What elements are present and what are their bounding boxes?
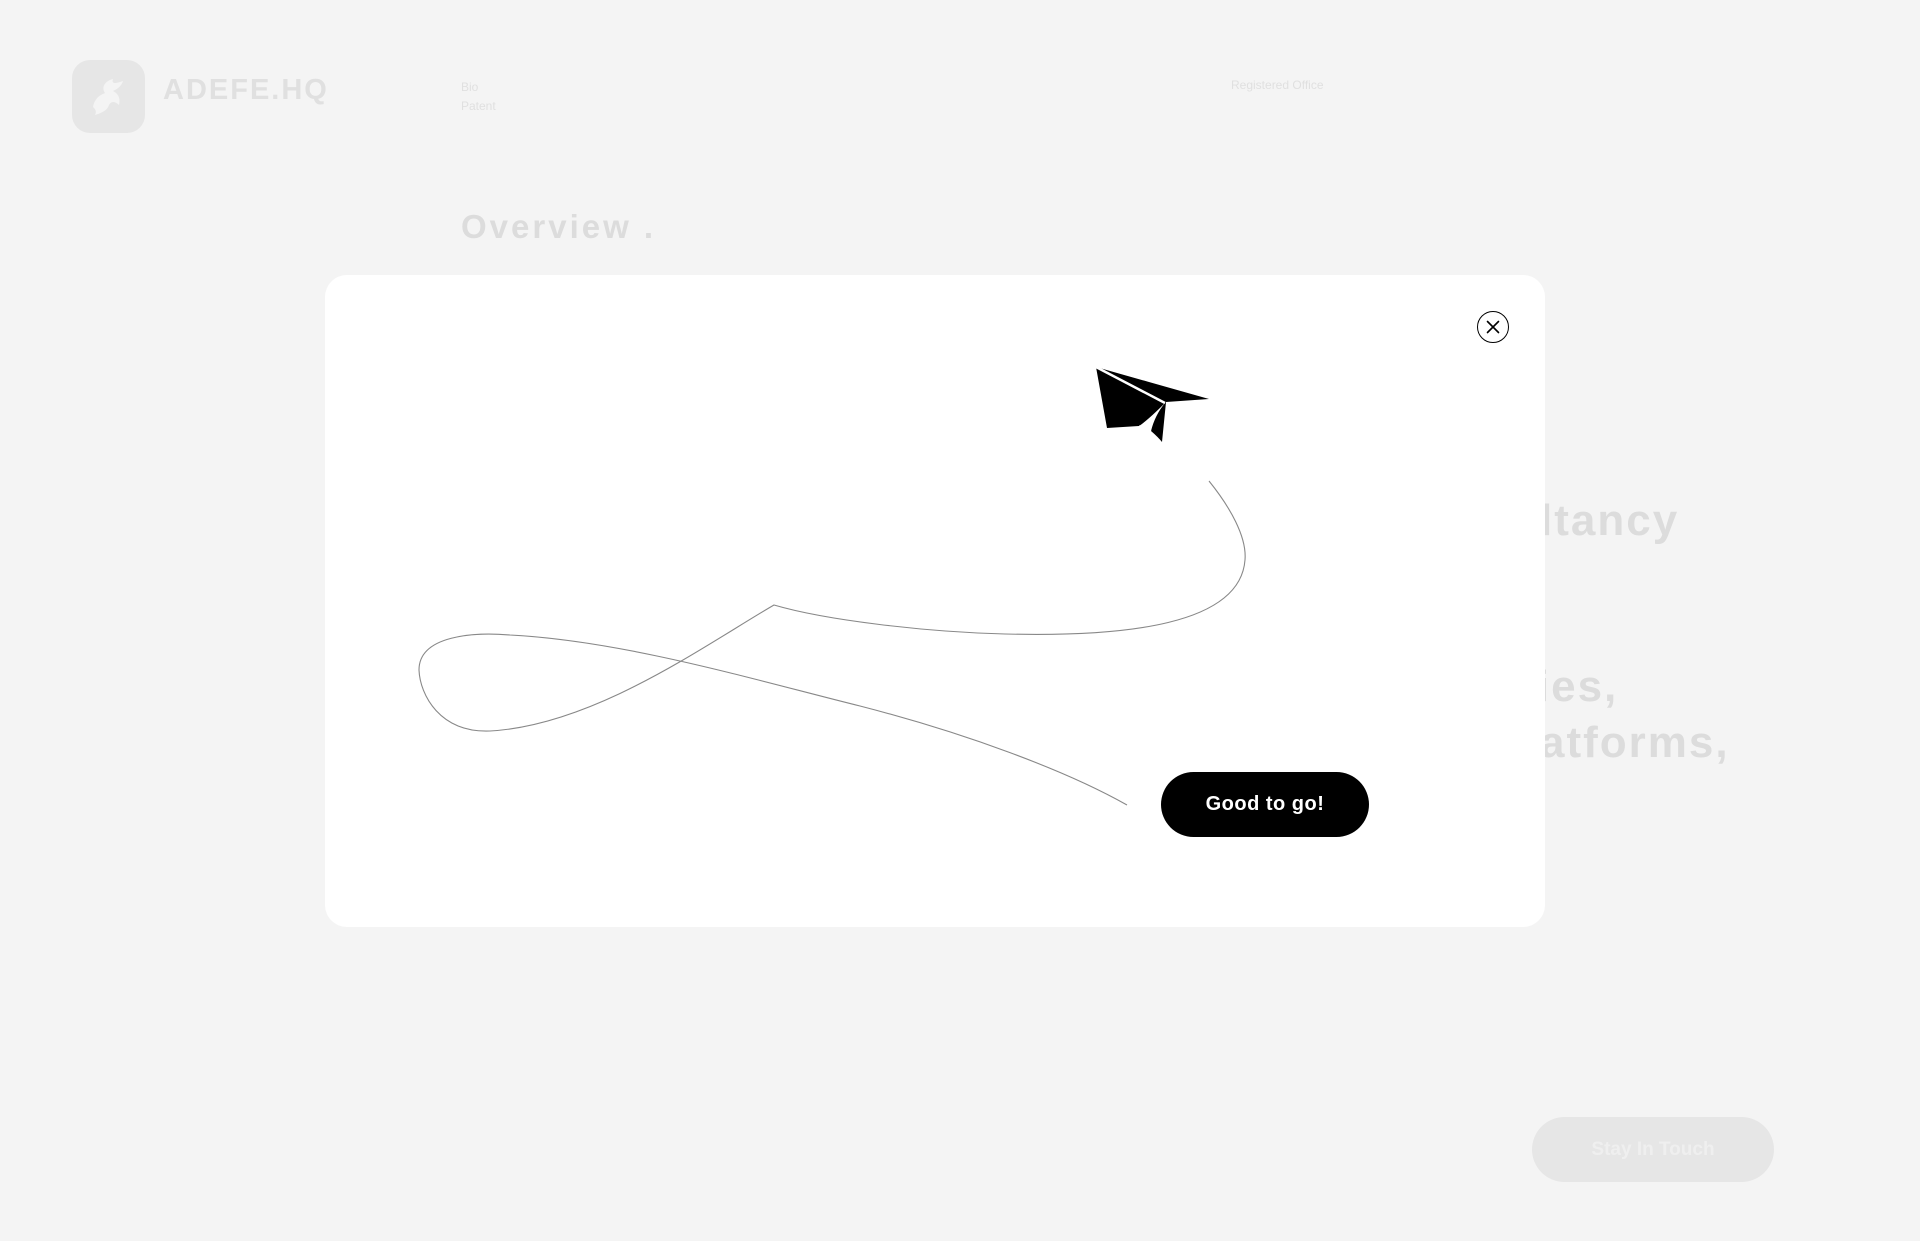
logo[interactable] [72, 60, 145, 133]
winged-horse-icon [92, 78, 123, 115]
top-nav: Bio Patent [461, 78, 496, 116]
nav-item-patent[interactable]: Patent [461, 97, 496, 116]
nav-item-bio[interactable]: Bio [461, 78, 496, 97]
flight-path-line [418, 480, 1246, 806]
good-to-go-button[interactable]: Good to go! [1161, 772, 1369, 837]
headline-fragment: atforms, [1540, 718, 1730, 767]
page: ADEFE.HQ Bio Patent Registered Office Ov… [0, 0, 1920, 1241]
brand-name[interactable]: ADEFE.HQ [163, 74, 329, 107]
registered-office-link[interactable]: Registered Office [1231, 78, 1324, 92]
stay-in-touch-button[interactable]: Stay In Touch [1532, 1117, 1774, 1182]
headline-fragment: ltancy [1540, 496, 1680, 545]
section-title: Overview . [461, 208, 657, 245]
confirmation-modal: Good to go! [325, 275, 1545, 927]
paper-plane-icon [1095, 365, 1209, 442]
